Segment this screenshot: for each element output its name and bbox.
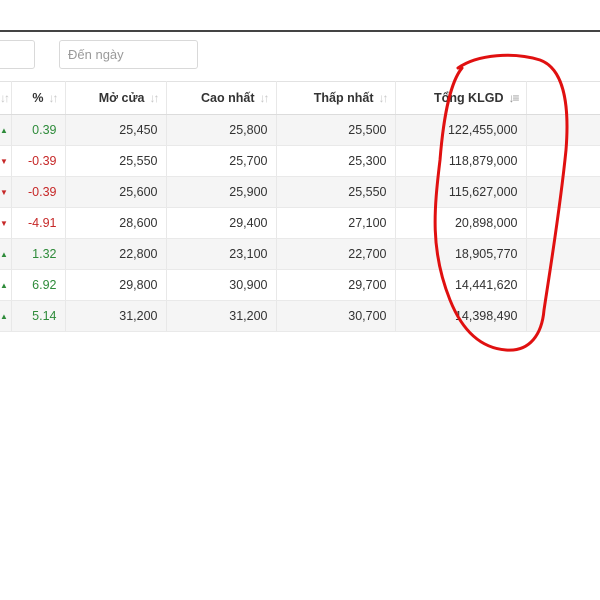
cell-open: 25,600: [65, 176, 167, 208]
table-row[interactable]: ▲5.1431,20031,20030,70014,398,4904: [0, 300, 600, 332]
cell-percent: -4.91: [11, 207, 66, 239]
price-history-table: ↓↑ % ↓↑ Mở cửa ↓↑ Cao nhất ↓↑ Thấp nhất ↓↑ T…: [0, 81, 600, 332]
cell-next: 5: [526, 207, 600, 239]
cell-high: 30,900: [166, 269, 277, 301]
column-header-open[interactable]: Mở cửa ↓↑: [65, 81, 167, 115]
cell-high: 31,200: [166, 300, 277, 332]
table-header-row: ↓↑ % ↓↑ Mở cửa ↓↑ Cao nhất ↓↑ Thấp nhất ↓↑ T…: [0, 81, 600, 115]
change-arrow-icon: ▲: [0, 114, 12, 146]
cell-next: 2,9: [526, 176, 600, 208]
column-header-next[interactable]: [526, 81, 600, 115]
cell-next: 4: [526, 238, 600, 270]
change-arrow-icon: ▲: [0, 238, 12, 270]
sort-descending-icon[interactable]: ↓≡: [508, 91, 519, 105]
cell-percent: 6.92: [11, 269, 66, 301]
cell-open: 22,800: [65, 238, 167, 270]
cell-percent: -0.39: [11, 145, 66, 177]
column-header-label: Mở cửa: [98, 91, 145, 105]
cell-total-volume: 14,398,490: [395, 300, 527, 332]
cell-high: 29,400: [166, 207, 277, 239]
table-row[interactable]: ▲6.9229,80030,90029,70014,441,6204: [0, 269, 600, 301]
cell-total-volume: 118,879,000: [395, 145, 527, 177]
cell-open: 25,450: [65, 114, 167, 146]
stock-history-page: ↓↑ % ↓↑ Mở cửa ↓↑ Cao nhất ↓↑ Thấp nhất ↓↑ T…: [0, 0, 600, 600]
cell-open: 29,800: [65, 269, 167, 301]
change-arrow-icon: ▲: [0, 269, 12, 301]
change-arrow-icon: ▼: [0, 207, 12, 239]
header-divider: [0, 30, 600, 32]
column-header-label: Tổng KLGD: [434, 91, 504, 105]
change-arrow-icon: ▲: [0, 300, 12, 332]
table-row[interactable]: ▼-0.3925,55025,70025,300118,879,0003,0: [0, 145, 600, 177]
table-row[interactable]: ▼-0.3925,60025,90025,550115,627,0002,9: [0, 176, 600, 208]
cell-low: 29,700: [276, 269, 396, 301]
column-header-change[interactable]: ↓↑: [0, 81, 12, 115]
column-header-label: Thấp nhất: [313, 91, 374, 105]
change-arrow-icon: ▼: [0, 176, 12, 208]
cell-total-volume: 20,898,000: [395, 207, 527, 239]
cell-low: 25,300: [276, 145, 396, 177]
column-header-total-volume[interactable]: Tổng KLGD ↓≡: [395, 81, 527, 115]
table-row[interactable]: ▲0.3925,45025,80025,500122,455,0003,1: [0, 114, 600, 146]
sort-arrows-icon[interactable]: ↓↑: [150, 91, 160, 105]
cell-next: 4: [526, 269, 600, 301]
cell-total-volume: 115,627,000: [395, 176, 527, 208]
cell-high: 23,100: [166, 238, 277, 270]
cell-low: 30,700: [276, 300, 396, 332]
cell-open: 31,200: [65, 300, 167, 332]
change-arrow-icon: ▼: [0, 145, 12, 177]
column-header-high[interactable]: Cao nhất ↓↑: [166, 81, 277, 115]
sort-arrows-icon[interactable]: ↓↑: [260, 91, 270, 105]
cell-next: 3,1: [526, 114, 600, 146]
cell-percent: 5.14: [11, 300, 66, 332]
cell-low: 27,100: [276, 207, 396, 239]
cell-low: 22,700: [276, 238, 396, 270]
cell-open: 25,550: [65, 145, 167, 177]
cell-high: 25,700: [166, 145, 277, 177]
sort-arrows-icon[interactable]: ↓↑: [379, 91, 389, 105]
cell-next: 3,0: [526, 145, 600, 177]
cell-high: 25,800: [166, 114, 277, 146]
from-date-input[interactable]: [0, 40, 35, 69]
to-date-input[interactable]: [59, 40, 198, 69]
cell-next: 4: [526, 300, 600, 332]
cell-high: 25,900: [166, 176, 277, 208]
cell-low: 25,500: [276, 114, 396, 146]
cell-percent: 1.32: [11, 238, 66, 270]
column-header-label: %: [32, 91, 44, 105]
cell-percent: -0.39: [11, 176, 66, 208]
sort-arrows-icon[interactable]: ↓↑: [49, 91, 59, 105]
cell-total-volume: 122,455,000: [395, 114, 527, 146]
table-row[interactable]: ▼-4.9128,60029,40027,10020,898,0005: [0, 207, 600, 239]
column-header-label: Cao nhất: [201, 91, 255, 105]
table-row[interactable]: ▲1.3222,80023,10022,70018,905,7704: [0, 238, 600, 270]
column-header-low[interactable]: Thấp nhất ↓↑: [276, 81, 396, 115]
cell-low: 25,550: [276, 176, 396, 208]
cell-percent: 0.39: [11, 114, 66, 146]
column-header-percent[interactable]: % ↓↑: [11, 81, 66, 115]
cell-total-volume: 18,905,770: [395, 238, 527, 270]
cell-open: 28,600: [65, 207, 167, 239]
cell-total-volume: 14,441,620: [395, 269, 527, 301]
price-history-table-container: ↓↑ % ↓↑ Mở cửa ↓↑ Cao nhất ↓↑ Thấp nhất ↓↑ T…: [0, 81, 600, 332]
sort-arrows-icon[interactable]: ↓↑: [0, 91, 10, 105]
